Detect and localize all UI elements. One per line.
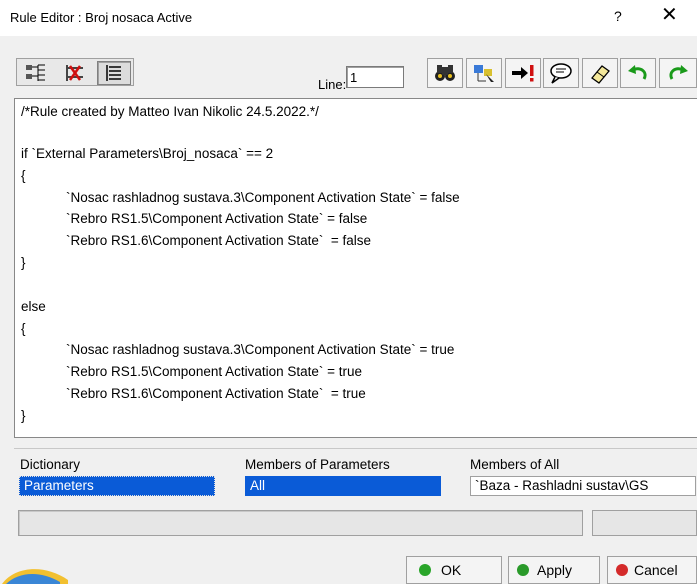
speech-bubble-icon <box>550 63 572 84</box>
erase-button[interactable] <box>582 58 618 88</box>
members-of-parameters-list-item[interactable]: All <box>245 476 441 496</box>
close-button[interactable]: ✕ <box>661 4 678 26</box>
panel-splitter[interactable] <box>14 438 697 448</box>
code-line: `Rebro RS1.5\Component Activation State`… <box>21 211 368 226</box>
comment-button[interactable] <box>543 58 579 88</box>
undo-button[interactable] <box>620 58 656 88</box>
code-line: if `External Parameters\Broj_nosaca` == … <box>21 146 274 161</box>
tree-view-button[interactable] <box>19 61 53 85</box>
cancel-status-icon <box>616 564 628 576</box>
redo-button[interactable] <box>659 58 697 88</box>
go-to-error-button[interactable] <box>505 58 541 88</box>
code-line: } <box>21 255 26 270</box>
code-line: `Rebro RS1.5\Component Activation State`… <box>21 364 363 379</box>
code-line: /*Rule created by Matteo Ivan Nikolic 24… <box>21 104 319 119</box>
arrow-exclamation-icon <box>512 65 534 82</box>
dictionary-panel: Dictionary Members of Parameters Members… <box>14 448 697 504</box>
title-bar: Rule Editor : Broj nosaca Active ? ✕ <box>0 0 697 36</box>
ok-status-icon <box>419 564 431 576</box>
tree-cross-icon <box>66 65 83 81</box>
line-number-input[interactable] <box>346 66 404 88</box>
find-button[interactable] <box>427 58 463 88</box>
code-line: `Nosac rashladnog sustava.3\Component Ac… <box>21 190 460 205</box>
ok-button[interactable]: OK <box>406 556 502 584</box>
object-browser-icon <box>474 65 494 82</box>
cancel-button[interactable]: Cancel <box>607 556 697 584</box>
app-logo <box>0 560 70 584</box>
dictionary-list-item[interactable]: Parameters <box>19 476 215 496</box>
apply-status-icon <box>517 564 529 576</box>
code-line: { <box>21 321 26 336</box>
cancel-button-label: Cancel <box>634 562 678 578</box>
tree-structure-icon <box>26 64 45 81</box>
code-line: `Rebro RS1.6\Component Activation State`… <box>21 233 372 248</box>
status-field-secondary <box>592 510 697 536</box>
hide-tree-button[interactable] <box>57 61 91 85</box>
members-of-all-header: Members of All <box>470 457 560 472</box>
object-browser-button[interactable] <box>466 58 502 88</box>
window-title: Rule Editor : Broj nosaca Active <box>10 10 193 25</box>
ok-button-label: OK <box>441 562 462 578</box>
code-line: `Rebro RS1.6\Component Activation State`… <box>21 386 366 401</box>
toolbar: Line: <box>0 36 697 98</box>
dictionary-header: Dictionary <box>20 457 81 472</box>
code-line: else <box>21 299 46 314</box>
code-line: { <box>21 168 26 183</box>
redo-arrow-icon <box>669 65 688 80</box>
line-label: Line: <box>318 77 347 92</box>
view-mode-group <box>16 58 134 86</box>
eraser-icon <box>591 65 610 84</box>
help-button[interactable]: ? <box>614 8 622 24</box>
members-of-all-list-item[interactable]: `Baza - Rashladni sustav\GS <box>470 476 696 496</box>
status-field <box>18 510 583 536</box>
code-line: } <box>21 408 26 423</box>
text-lines-icon <box>106 65 121 81</box>
undo-arrow-icon <box>628 65 647 80</box>
binoculars-icon <box>435 65 455 81</box>
members-of-parameters-header: Members of Parameters <box>245 457 390 472</box>
code-line: `Nosac rashladnog sustava.3\Component Ac… <box>21 342 455 357</box>
text-view-button[interactable] <box>97 61 131 85</box>
apply-button-label: Apply <box>537 562 573 578</box>
rule-code-editor[interactable]: /*Rule created by Matteo Ivan Nikolic 24… <box>14 98 697 438</box>
apply-button[interactable]: Apply <box>508 556 600 584</box>
